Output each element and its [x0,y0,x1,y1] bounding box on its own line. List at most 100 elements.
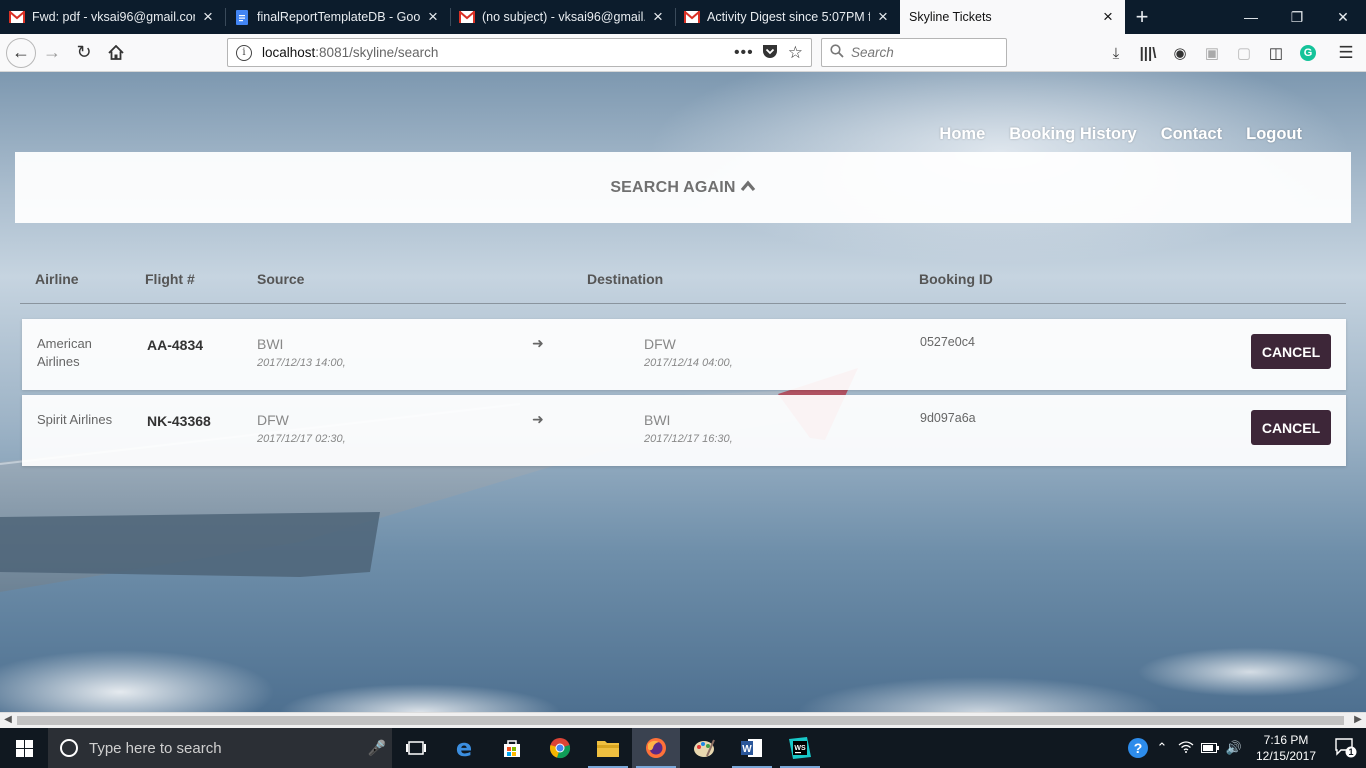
sidebar-icon[interactable]: ◫ [1260,44,1292,62]
svg-text:W: W [742,744,752,755]
gmail-icon [459,9,475,25]
word-icon[interactable]: W [728,728,776,768]
window-close-icon[interactable]: ✕ [1320,0,1366,34]
airline-name: Spirit Airlines [37,412,113,427]
browser-tab[interactable]: Activity Digest since 5:07PM fo × [675,0,900,34]
nav-home-link[interactable]: Home [939,125,985,144]
reload-icon[interactable]: ↻ [68,37,100,69]
column-header-airline: Airline [35,271,79,287]
url-text[interactable]: localhost:8081/skyline/search [262,45,726,60]
url-bar[interactable]: i localhost:8081/skyline/search ••• ☆ [227,38,812,67]
booking-id: 0527e0c4 [920,335,975,349]
close-icon[interactable]: × [649,8,667,25]
close-icon[interactable]: × [424,8,442,25]
microphone-icon[interactable]: 🎤 [362,739,392,757]
home-icon[interactable] [100,37,132,69]
windows-start-icon[interactable] [0,728,48,768]
booking-row: Spirit Airlines NK-43368 DFW 2017/12/17 … [22,395,1346,466]
restore-icon[interactable]: ❐ [1274,0,1320,34]
close-icon[interactable]: × [874,8,892,25]
back-arrow-icon[interactable]: ← [6,37,36,68]
clock-time: 7:16 PM [1263,733,1309,747]
edge-browser-icon[interactable]: e [440,728,488,768]
task-view-icon[interactable] [392,728,440,768]
browser-tab[interactable]: (no subject) - vksai96@gmail.c × [450,0,675,34]
arrow-right-icon: ➜ [532,411,544,427]
destination-airport: BWI [644,412,671,428]
paint-icon[interactable] [680,728,728,768]
close-icon[interactable]: × [199,8,217,25]
site-info-icon[interactable]: i [236,44,252,61]
scrollbar-thumb[interactable] [17,716,1344,725]
destination-cell: DFW 2017/12/14 04:00, [644,336,733,369]
system-tray: ? ⌃ 🔊 7:16 PM 12/15/2017 1 [1126,728,1366,768]
source-cell: BWI 2017/12/13 14:00, [257,336,346,369]
destination-time: 2017/12/17 16:30, [644,433,733,445]
close-icon[interactable]: × [1099,8,1117,25]
volume-icon[interactable]: 🔊 [1222,740,1246,756]
browser-tab[interactable]: finalReportTemplateDB - Googl × [225,0,450,34]
arrow-right-icon: ➜ [532,335,544,351]
tab-title: Skyline Tickets [909,10,992,24]
show-hidden-icons-icon[interactable]: ⌃ [1150,740,1174,756]
source-airport: BWI [257,336,284,352]
search-icon [830,44,844,61]
webstorm-icon[interactable]: WS [776,728,824,768]
source-cell: DFW 2017/12/17 02:30, [257,412,346,445]
browser-tab-active[interactable]: Skyline Tickets × [900,0,1125,34]
library-icon[interactable]: |||\ [1132,45,1164,62]
clock-date: 12/15/2017 [1255,749,1317,763]
notification-count: 1 [1348,747,1354,757]
new-tab-icon[interactable]: + [1125,0,1159,34]
taskbar-search-input[interactable]: Type here to search 🎤 [48,728,392,768]
download-icon[interactable]: ⤓ [1100,45,1132,62]
taskbar-clock[interactable]: 7:16 PM 12/15/2017 [1246,732,1326,764]
nav-contact-link[interactable]: Contact [1161,125,1222,144]
tab-title: finalReportTemplateDB - Googl [257,10,420,24]
site-nav: Home Booking History Contact Logout [939,125,1302,144]
wifi-icon[interactable] [1174,740,1198,756]
gmail-icon [684,9,700,25]
minimize-icon[interactable]: — [1228,0,1274,34]
forward-arrow-icon[interactable]: → [36,37,68,69]
column-header-booking-id: Booking ID [919,271,993,287]
cancel-booking-button[interactable]: CANCEL [1251,410,1331,445]
scroll-left-icon[interactable]: ◀ [0,714,16,725]
menu-icon[interactable]: ☰ [1330,43,1362,63]
action-center-icon[interactable]: 1 [1326,738,1366,758]
booking-id: 9d097a6a [920,411,976,425]
source-time: 2017/12/13 14:00, [257,357,346,369]
browser-nav-bar: ← → ↻ i localhost:8081/skyline/search ••… [0,34,1366,72]
destination-airport: DFW [644,336,676,352]
extension-icon[interactable]: ▢ [1228,44,1260,62]
destination-time: 2017/12/14 04:00, [644,357,733,369]
firefox-icon[interactable] [632,728,680,768]
grammarly-icon[interactable]: G [1292,45,1324,61]
flight-number: AA-4834 [147,337,204,353]
store-icon[interactable] [488,728,536,768]
horizontal-scrollbar[interactable]: ◀ ▶ [0,712,1366,728]
help-icon[interactable]: ? [1126,738,1150,758]
page-content: Home Booking History Contact Logout SEAR… [0,72,1366,712]
battery-icon[interactable] [1198,741,1222,756]
search-again-panel[interactable]: SEARCH AGAIN [15,152,1351,223]
nav-logout-link[interactable]: Logout [1246,125,1302,144]
flight-number: NK-43368 [147,413,211,429]
extension-icon[interactable]: ▣ [1196,44,1228,62]
cancel-booking-button[interactable]: CANCEL [1251,334,1331,369]
google-docs-icon [234,9,250,25]
page-actions-icon[interactable]: ••• [734,44,754,62]
bookings-table-header: Airline Flight # Source Destination Book… [20,262,1346,304]
chrome-icon[interactable] [536,728,584,768]
scroll-right-icon[interactable]: ▶ [1350,714,1366,725]
browser-tab[interactable]: Fwd: pdf - vksai96@gmail.com × [0,0,225,34]
file-explorer-icon[interactable] [584,728,632,768]
search-input[interactable]: Search [821,38,1007,67]
taskbar-search-placeholder: Type here to search [89,739,222,757]
sync-icon[interactable]: ◉ [1164,44,1196,62]
nav-booking-history-link[interactable]: Booking History [1009,125,1136,144]
pocket-icon[interactable] [762,44,778,62]
bookmark-star-icon[interactable]: ☆ [788,43,803,63]
browser-toolbar: ⤓ |||\ ◉ ▣ ▢ ◫ G ☰ [1100,34,1366,72]
windows-taskbar: Type here to search 🎤 e W WS ? ⌃ � [0,728,1366,768]
